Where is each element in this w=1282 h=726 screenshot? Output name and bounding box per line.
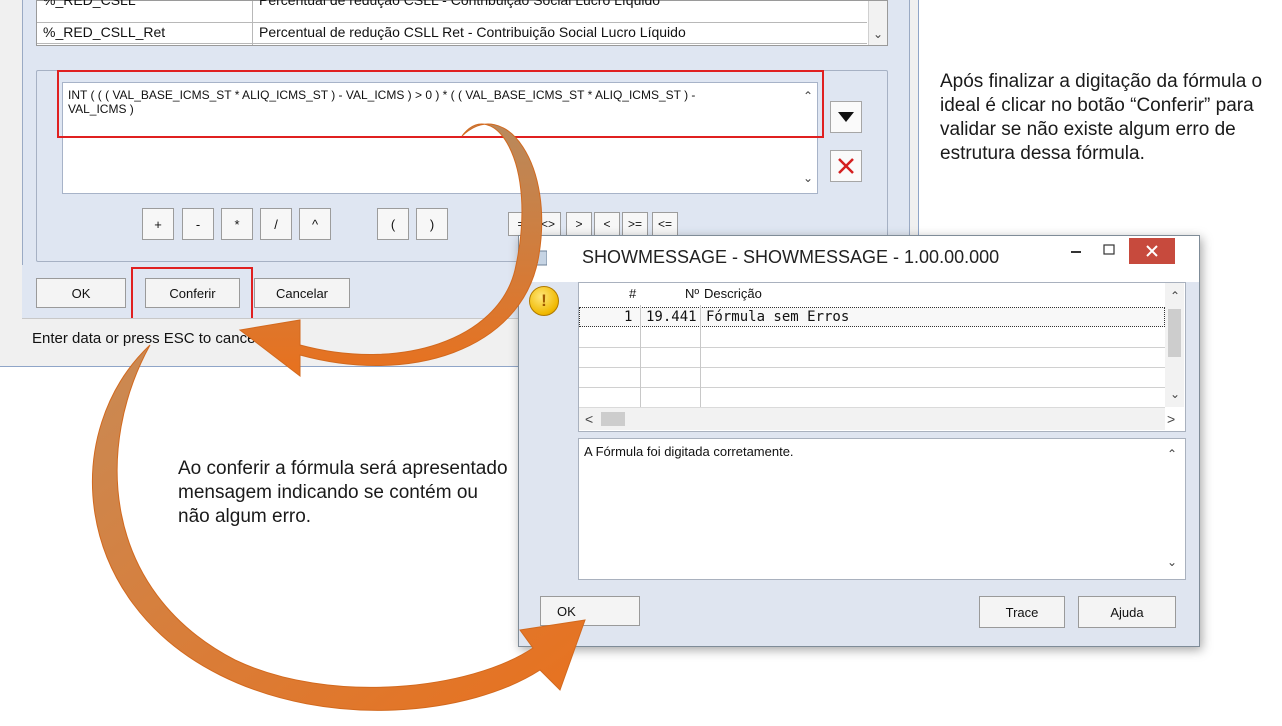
arrow-formula-to-conferir — [238, 123, 543, 378]
annotation-arrows — [91, 123, 586, 711]
arrow-conferir-to-dialog — [91, 344, 586, 711]
